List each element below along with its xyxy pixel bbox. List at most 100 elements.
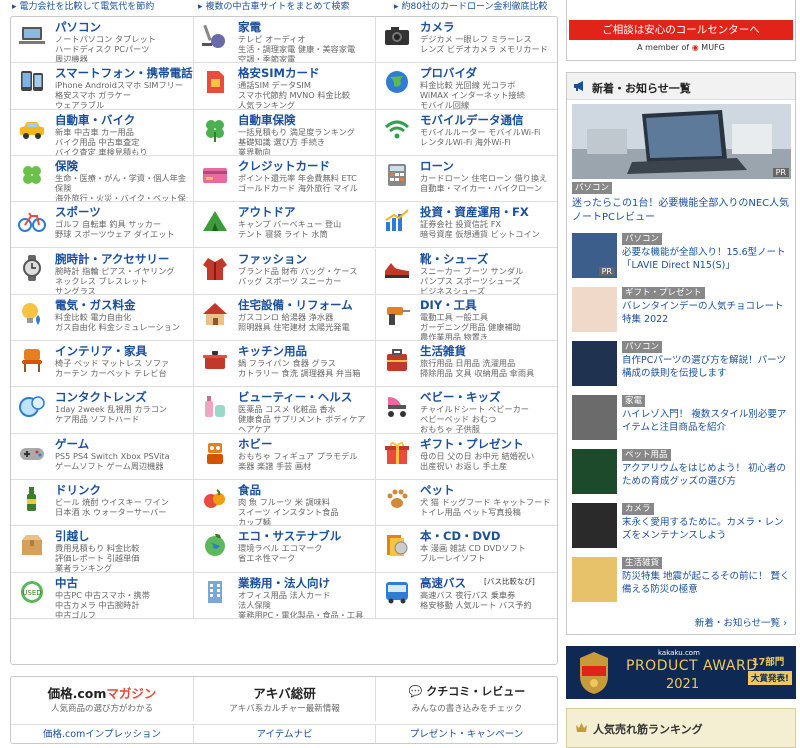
category-bus[interactable]: 高速バス 高速バス 夜行バス 乗車券 格安移動 人気ルート バス予約 [バス比較なび…	[376, 573, 557, 619]
category-gamepad[interactable]: ゲーム PS5 PS4 Switch Xbox PSVita ゲームソフト ゲーム…	[11, 433, 194, 480]
category-moving-box[interactable]: 引越し 費用見積もり 料金比較 評価レポート 引越単価 業者ランキング	[11, 526, 194, 573]
category-title[interactable]: ファッション	[238, 251, 307, 267]
category-house[interactable]: 住宅設備・リフォーム ガスコンロ 給湯器 浄水器 照明器具 住宅建材 太陽光発電	[194, 294, 376, 342]
category-sublinks[interactable]: オフィス用品 法人カード 法人保険 業務用PC・電化製品・食品・工具	[238, 590, 375, 618]
category-vacuum[interactable]: 家電 テレビ オーディオ 生活・調理家電 健康・美容家電 空調・季節家電	[194, 17, 376, 64]
category-cosmetics[interactable]: ビューティー・ヘルス 医薬品 コスメ 化粧品 香水 健康食品 サプリメント ボディ…	[194, 387, 376, 434]
category-sublinks[interactable]: デジカメ 一眼レフ ミラーレス レンズ ビデオカメラ メモリカード	[420, 34, 557, 54]
news-item[interactable]: 生活雑貨 防災特集 地震が起こるその前に！ 賢く備える防災の極意	[572, 557, 792, 607]
category-title[interactable]: 靴・シューズ	[420, 251, 488, 267]
category-title[interactable]: 投資・資産運用・FX	[420, 204, 529, 220]
category-title[interactable]: ゲーム	[55, 436, 89, 452]
category-stroller[interactable]: ベビー・キッズ チャイルドシート ベビーカー ベビーベッド おむつ おもちゃ 子供…	[376, 387, 557, 434]
category-shoe[interactable]: 靴・シューズ スニーカー ブーツ サンダル パンプス スポーツシューズ ビジネスシ…	[376, 249, 557, 295]
category-sublinks[interactable]: 電動工具 一般工具 ガーデニング用品 健康補助 農作業用品 物置き	[420, 312, 557, 340]
category-sublinks[interactable]: 新車 中古車 カー用品 バイク用品 中古車査定 バイク査定 車検見積もり	[55, 127, 193, 155]
category-sublinks[interactable]: 料金比較 光回線 光コラボ WiMAX インターネット接続 モバイル回線	[420, 80, 557, 108]
category-title[interactable]: ドリンク	[55, 482, 101, 498]
category-title[interactable]: エコ・サステナブル	[238, 528, 341, 544]
category-sublinks[interactable]: 環境ラベル エコマーク 省エネ性マーク	[238, 543, 375, 563]
category-sublinks[interactable]: ブランド品 財布 バッグ・ケース バッグ スポーツ スニーカー	[238, 266, 375, 286]
category-sublinks[interactable]: PS5 PS4 Switch Xbox PSVita ゲームソフト ゲーム周辺機…	[55, 451, 193, 471]
category-title[interactable]: アウトドア	[238, 204, 296, 220]
category-title[interactable]: 格安SIMカード	[238, 65, 320, 81]
news-item[interactable]: PR パソコン 必要な機能が全部入り！15.6型ノート「LAVIE Direct N…	[572, 233, 792, 283]
category-sublinks[interactable]: ポイント還元率 年会費無料 ETC ゴールドカード 海外旅行 マイル	[238, 173, 375, 193]
category-robot[interactable]: ホビー おもちゃ フィギュア プラモデル 楽器 楽譜 手芸 画材	[194, 433, 376, 480]
category-sublinks[interactable]: 肉 魚 フルーツ 米 調味料 スイーツ インスタント食品 カップ麺	[238, 497, 375, 525]
category-sublinks[interactable]: おもちゃ フィギュア プラモデル 楽器 楽譜 手芸 画材	[238, 451, 375, 471]
category-pot[interactable]: キッチン用品鍋 フライパン 食器 グラス カトラリー 食洗 調理器具 弁当箱	[194, 341, 376, 388]
category-sublinks[interactable]: 腕時計 指輪 ピアス・イヤリング ネックレス ブレスレット サングラス	[55, 266, 193, 294]
category-title[interactable]: 引越し	[55, 528, 90, 544]
category-sublinks[interactable]: テレビ オーディオ 生活・調理家電 健康・美容家電 空調・季節家電	[238, 34, 375, 62]
category-tent[interactable]: アウトドア キャンプ バーベキュー 登山 テント 寝袋 ライト 水筒	[194, 202, 376, 249]
category-title[interactable]: ローン	[420, 158, 454, 174]
category-title[interactable]: プロバイダ	[420, 65, 477, 81]
top-link-electricity[interactable]: 電力会社を比較して電気代を節約	[12, 0, 155, 12]
impression-link[interactable]: 価格.comインプレッション	[11, 724, 194, 743]
news-item[interactable]: カメラ 末永く愛用するために。カメラ・レンズをメンテナンスしよう	[572, 503, 792, 553]
category-sublinks[interactable]: 証券会社 投資信託 FX 暗号資産 仮想通貨 ビットコイン	[420, 219, 557, 239]
category-title[interactable]: 住宅設備・リフォーム	[238, 297, 353, 313]
category-sublinks[interactable]: 犬 猫 ドッグフード キャットフード トイレ用品 ペット写真投稿	[420, 497, 557, 517]
category-sim-card[interactable]: 格安SIMカード 通話SIM データSIM スマホ代節約 MVNO 料金比較 人気…	[194, 63, 376, 110]
category-title[interactable]: ギフト・プレゼント	[420, 436, 524, 452]
news-text[interactable]: 防災特集 地震が起こるその前に！ 賢く備える防災の極意	[622, 571, 792, 596]
news-text[interactable]: ハイレゾ入門！ 複数スタイル別必要アイテムと注目商品を紹介	[622, 409, 792, 434]
category-title[interactable]: ベビー・キッズ	[420, 389, 501, 405]
category-gift[interactable]: ギフト・プレゼント 母の日 父の日 お中元 結婚祝い 出産祝い お返し 手土産	[376, 434, 557, 480]
category-sublinks[interactable]: 医薬品 コスメ 化粧品 香水 健康食品 サプリメント ボディケア ヘアケア	[238, 404, 375, 432]
category-bottle[interactable]: ドリンク ビール 焼酎 ウイスキー ワイン 日本酒 水 ウォーターサーバー	[11, 480, 194, 527]
category-clover[interactable]: 自動車保険 一括見積もり 満足度ランキング 基礎知識 選び方 手続き 業界動向	[194, 109, 376, 156]
category-car[interactable]: 自動車・バイク 新車 中古車 カー用品 バイク用品 中古車査定 バイク査定 車検見…	[11, 109, 194, 156]
category-food[interactable]: 食品肉 魚 フルーツ 米 調味料 スイーツ インスタント食品 カップ麺	[194, 480, 376, 527]
category-sublinks[interactable]: 料金比較 電力自由化 ガス自由化 料金シミュレーション	[55, 312, 193, 332]
category-calculator[interactable]: ローン カードローン 住宅ローン 借り換え 自動車・マイカー・バイクローン	[376, 156, 557, 203]
category-paw[interactable]: ペット犬 猫 ドッグフード キャットフード トイレ用品 ペット写真投稿	[376, 480, 557, 527]
category-title[interactable]: コンタクトレンズ	[55, 389, 147, 405]
category-title[interactable]: 自動車保険	[238, 112, 296, 128]
category-title[interactable]: ビューティー・ヘルス	[238, 389, 352, 405]
category-sublinks[interactable]: ゴルフ 自転車 釣具 サッカー 野球 スポーツウェア ダイエット	[55, 219, 193, 239]
item-navi-link[interactable]: アイテムナビ	[194, 724, 376, 743]
category-smartphone[interactable]: スマートフォン・携帯電話 iPhone Androidスマホ SIMフリー 格安ス…	[11, 63, 194, 110]
category-sublinks[interactable]: ビール 焼酎 ウイスキー ワイン 日本酒 水 ウォーターサーバー	[55, 497, 193, 517]
news-text[interactable]: 必要な機能が全部入り！15.6型ノート「LAVIE Direct N15(S)」	[622, 247, 792, 272]
category-title[interactable]: モバイルデータ通信	[420, 112, 524, 128]
news-hero-image[interactable]: PR	[572, 104, 791, 179]
news-text[interactable]: 末永く愛用するために。カメラ・レンズをメンテナンスしよう	[622, 517, 792, 542]
category-sublinks[interactable]: 鍋 フライパン 食器 グラス カトラリー 食洗 調理器具 弁当箱	[238, 358, 375, 378]
category-bulb[interactable]: 電気・ガス料金 料金比較 電力自由化 ガス自由化 料金シミュレーション	[11, 294, 194, 342]
top-link-card-loan[interactable]: 約80社のカードローン金利徹底比較	[394, 0, 548, 12]
category-sublinks[interactable]: スニーカー ブーツ サンダル パンプス スポーツシューズ ビジネスシューズ	[420, 266, 557, 294]
category-credit-card[interactable]: クレジットカード ポイント還元率 年会費無料 ETC ゴールドカード 海外旅行 マ…	[194, 155, 376, 203]
category-title[interactable]: スマートフォン・携帯電話	[55, 65, 193, 81]
category-clover-leaf[interactable]: 保険生命・医療・がん・学資・個人年金保険 海外旅行・火災・バイク・ペット保険	[11, 155, 194, 203]
call-center-banner[interactable]: ご相談は安心のコールセンターへ A member of ◉ MUFG	[566, 0, 796, 61]
news-item[interactable]: パソコン 自作PCパーツの選び方を解説！パーツ構成の鉄則を伝授します	[572, 341, 792, 391]
category-title[interactable]: 中古	[55, 575, 78, 591]
category-sublinks[interactable]: 1day 2week 乱視用 カラコン ケア用品 ソフトハード	[55, 404, 193, 424]
category-laptop[interactable]: パソコン ノートパソコン タブレット ハードディスク PCパーツ 周辺機器	[11, 17, 194, 64]
category-used-badge[interactable]: USED 中古 中古PC 中古スマホ・携帯 中古カメラ 中古腕時計 中古ゴルフ	[11, 572, 194, 619]
category-chair[interactable]: インテリア・家具 椅子 ベッド マットレス ソファ カーテン カーペット テレビ台	[11, 341, 194, 388]
category-bicycle[interactable]: スポーツ ゴルフ 自転車 釣具 サッカー 野球 スポーツウェア ダイエット	[11, 202, 194, 249]
news-text[interactable]: バレンタインデーの人気チョコレート特集 2022	[622, 301, 792, 326]
category-sublinks[interactable]: ガスコンロ 給湯器 浄水器 照明器具 住宅建材 太陽光発電	[238, 312, 375, 332]
category-title[interactable]: 保険	[55, 158, 78, 174]
category-sublinks[interactable]: 椅子 ベッド マットレス ソファ カーテン カーペット テレビ台	[55, 358, 193, 378]
category-chart[interactable]: 投資・資産運用・FX 証券会社 投資信託 FX 暗号資産 仮想通貨 ビットコイン	[376, 202, 557, 249]
kuchikomi-link[interactable]: 💬 クチコミ・レビュー みんなの書き込みをチェック	[376, 677, 558, 721]
category-sublinks[interactable]: カードローン 住宅ローン 借り換え 自動車・マイカー・バイクローン	[420, 173, 557, 193]
top-link-used-car[interactable]: 複数の中古車サイトをまとめて検索	[198, 0, 350, 12]
category-coat[interactable]: ファッション ブランド品 財布 バッグ・ケース バッグ スポーツ スニーカー	[194, 248, 376, 295]
category-title[interactable]: 家電	[238, 19, 261, 35]
category-sublinks[interactable]: 中古PC 中古スマホ・携帯 中古カメラ 中古腕時計 中古ゴルフ	[55, 590, 193, 618]
category-sublinks[interactable]: 通話SIM データSIM スマホ代節約 MVNO 料金比較 人気ランキング	[238, 80, 375, 108]
category-title[interactable]: カメラ	[420, 19, 455, 35]
category-title[interactable]: 高速バス	[420, 575, 466, 591]
category-title[interactable]: 腕時計・アクセサリー	[55, 251, 169, 267]
news-item[interactable]: ペット用品 アクアリウムをはじめよう！ 初心者のための育成グッズの選び方	[572, 449, 792, 499]
category-sublinks[interactable]: 本 漫画 雑誌 CD DVDソフト ブルーレイソフト	[420, 543, 557, 563]
